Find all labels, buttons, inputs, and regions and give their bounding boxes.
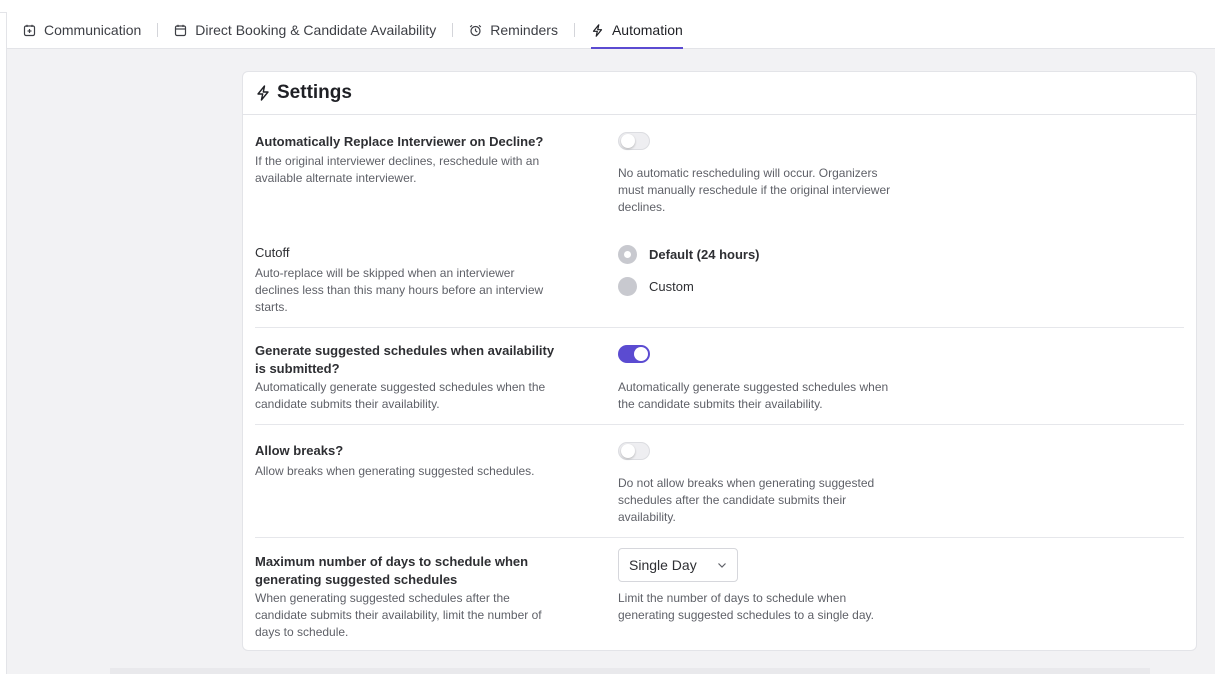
- calendar-icon: [174, 24, 187, 37]
- cutoff-custom-radio[interactable]: Custom: [618, 277, 694, 296]
- max-days-title: Maximum number of days to schedule when …: [255, 554, 529, 587]
- settings-title: Settings: [277, 82, 352, 103]
- suggested-schedules-toggle[interactable]: [618, 345, 650, 363]
- toggle-knob: [634, 347, 648, 361]
- tab-direct-booking[interactable]: Direct Booking & Candidate Availability: [158, 12, 452, 48]
- chevron-down-icon: [717, 560, 727, 570]
- cutoff-title: Cutoff: [255, 245, 290, 260]
- cutoff-description: Auto-replace will be skipped when an int…: [255, 266, 544, 314]
- auto-replace-title: Automatically Replace Interviewer on Dec…: [255, 134, 544, 149]
- allow-breaks-state-description: Do not allow breaks when generating sugg…: [618, 476, 875, 524]
- auto-replace-state-description: No automatic rescheduling will occur. Or…: [618, 166, 891, 214]
- suggested-schedules-section: Generate suggested schedules when availa…: [255, 328, 1184, 425]
- tab-reminders[interactable]: Reminders: [453, 12, 574, 48]
- max-days-select[interactable]: Single Day: [618, 548, 738, 582]
- settings-card: Settings Automatically Replace Interview…: [242, 71, 1197, 651]
- cutoff-default-radio[interactable]: Default (24 hours): [618, 245, 760, 264]
- tab-label: Automation: [611, 22, 683, 38]
- suggested-schedules-description: Automatically generate suggested schedul…: [255, 380, 546, 411]
- tab-label: Direct Booking & Candidate Availability: [195, 22, 437, 38]
- tab-label: Reminders: [490, 22, 558, 38]
- radio-label: Default (24 hours): [649, 247, 760, 262]
- max-days-section: Maximum number of days to schedule when …: [255, 538, 1184, 650]
- calendar-plus-icon: [23, 24, 36, 37]
- tab-bar: Communication Direct Booking & Candidate…: [6, 12, 1215, 49]
- radio-dot: [618, 277, 637, 296]
- tab-label: Communication: [44, 22, 142, 38]
- radio-dot-selected: [618, 245, 637, 264]
- auto-replace-description: If the original interviewer declines, re…: [255, 154, 540, 185]
- auto-replace-toggle[interactable]: [618, 132, 650, 150]
- settings-header: Settings: [243, 72, 1196, 115]
- lightning-icon: [255, 85, 271, 101]
- allow-breaks-title: Allow breaks?: [255, 443, 344, 458]
- allow-breaks-toggle[interactable]: [618, 442, 650, 460]
- horizontal-scrollbar[interactable]: [110, 668, 1150, 674]
- alarm-clock-icon: [469, 24, 482, 37]
- select-value: Single Day: [629, 557, 697, 573]
- tab-automation[interactable]: Automation: [575, 12, 699, 49]
- allow-breaks-section: Allow breaks? Allow breaks when generati…: [255, 425, 1184, 538]
- toggle-knob: [621, 444, 635, 458]
- max-days-state-description: Limit the number of days to schedule whe…: [618, 591, 874, 622]
- tab-communication[interactable]: Communication: [7, 12, 157, 48]
- toggle-knob: [621, 134, 635, 148]
- allow-breaks-description: Allow breaks when generating suggested s…: [255, 464, 535, 478]
- suggested-schedules-state-description: Automatically generate suggested schedul…: [618, 380, 889, 411]
- max-days-description: When generating suggested schedules afte…: [255, 591, 542, 639]
- lightning-icon: [591, 23, 604, 37]
- suggested-schedules-title: Generate suggested schedules when availa…: [255, 343, 555, 376]
- auto-replace-section: Automatically Replace Interviewer on Dec…: [255, 115, 1184, 328]
- radio-label: Custom: [649, 279, 694, 294]
